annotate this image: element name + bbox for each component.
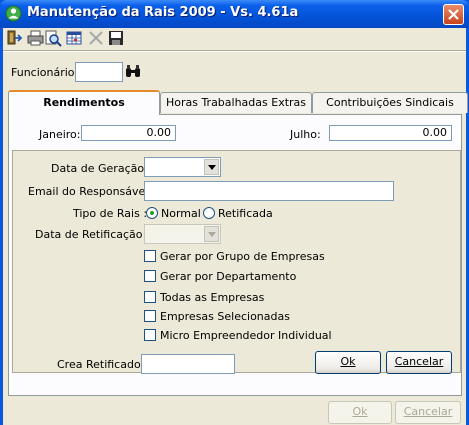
- month-label-janeiro: Janeiro:: [39, 128, 81, 141]
- month-field-julho[interactable]: 0.00: [329, 125, 452, 141]
- checkbox-todas-empresas[interactable]: [144, 291, 156, 303]
- close-icon: [448, 9, 459, 20]
- month-label-julho: Julho:: [290, 128, 321, 141]
- data-retificacao-label: Data de Retificação :: [35, 228, 150, 241]
- panel-ok-button[interactable]: Ok: [315, 351, 381, 374]
- checkbox-todas-empresas-label: Todas as Empresas: [160, 291, 265, 304]
- checkbox-empresas-selecionadas[interactable]: [144, 310, 156, 322]
- checkbox-micro-empreendedor-label: Micro Empreendedor Individual: [160, 329, 332, 342]
- radio-normal[interactable]: [146, 207, 158, 219]
- chevron-down-icon[interactable]: [204, 159, 219, 175]
- tab-rendimentos[interactable]: Rendimentos: [8, 90, 160, 115]
- radio-retificada[interactable]: [203, 207, 215, 219]
- radio-retificada-label: Retificada: [218, 207, 273, 220]
- footer-ok-button[interactable]: Ok: [328, 401, 392, 424]
- tipo-rais-label: Tipo de Rais :: [73, 207, 148, 220]
- close-button[interactable]: [443, 4, 464, 25]
- tab-contribuicoes-sindicais[interactable]: Contribuições Sindicais: [312, 92, 468, 113]
- window-title: Manutenção da Rais 2009 - Vs. 4.61a: [27, 5, 299, 20]
- data-geracao-combo[interactable]: [144, 157, 221, 177]
- toolbar: [3, 28, 466, 50]
- exit-icon[interactable]: [5, 29, 23, 47]
- funcionario-label: Funcionário:: [11, 66, 79, 79]
- month-field-janeiro[interactable]: 0.00: [81, 125, 176, 141]
- title-bar[interactable]: Manutenção da Rais 2009 - Vs. 4.61a: [0, 0, 469, 28]
- radio-normal-label: Normal: [161, 207, 201, 220]
- main-window: Manutenção da Rais 2009 - Vs. 4.61a Func…: [0, 0, 469, 425]
- panel-ok-label: Ok: [340, 355, 356, 368]
- print-icon[interactable]: [27, 29, 45, 47]
- binoculars-search-icon[interactable]: [124, 62, 142, 80]
- export-grid-icon[interactable]: [65, 29, 83, 47]
- funcionario-field[interactable]: [75, 62, 123, 82]
- save-icon[interactable]: [107, 29, 125, 47]
- email-field[interactable]: [144, 181, 394, 201]
- checkbox-micro-empreendedor[interactable]: [144, 329, 156, 341]
- footer-ok-label: Ok: [352, 405, 368, 418]
- chevron-down-icon[interactable]: [204, 226, 219, 242]
- client-area: Funcionário: Rendimentos Horas Trabalhad…: [3, 28, 468, 425]
- data-retificacao-combo[interactable]: [144, 224, 221, 244]
- checkbox-departamento[interactable]: [144, 270, 156, 282]
- app-icon: [5, 5, 22, 22]
- panel-cancel-label: Cancelar: [394, 355, 444, 368]
- checkbox-empresas-selecionadas-label: Empresas Selecionadas: [160, 310, 290, 323]
- checkbox-departamento-label: Gerar por Departamento: [160, 270, 297, 283]
- crea-retificado-field[interactable]: [141, 354, 235, 374]
- footer-cancel-label: Cancelar: [403, 405, 453, 418]
- email-label: Email do Responsável :: [28, 185, 156, 198]
- panel-cancel-button[interactable]: Cancelar: [386, 351, 452, 374]
- rais-generation-panel: Data de Geração : Email do Responsável :…: [12, 150, 461, 374]
- checkbox-grupo-empresas-label: Gerar por Grupo de Empresas: [160, 250, 325, 263]
- tab-horas-trabalhadas-extras[interactable]: Horas Trabalhadas Extras: [160, 92, 312, 113]
- delete-icon[interactable]: [87, 29, 105, 47]
- checkbox-grupo-empresas[interactable]: [144, 250, 156, 262]
- toolbar-separator: [3, 50, 466, 52]
- crea-retificado-label: Crea Retificado :: [57, 358, 148, 371]
- print-preview-icon[interactable]: [44, 29, 62, 47]
- data-geracao-label: Data de Geração :: [51, 162, 152, 175]
- footer-cancel-button[interactable]: Cancelar: [395, 401, 461, 424]
